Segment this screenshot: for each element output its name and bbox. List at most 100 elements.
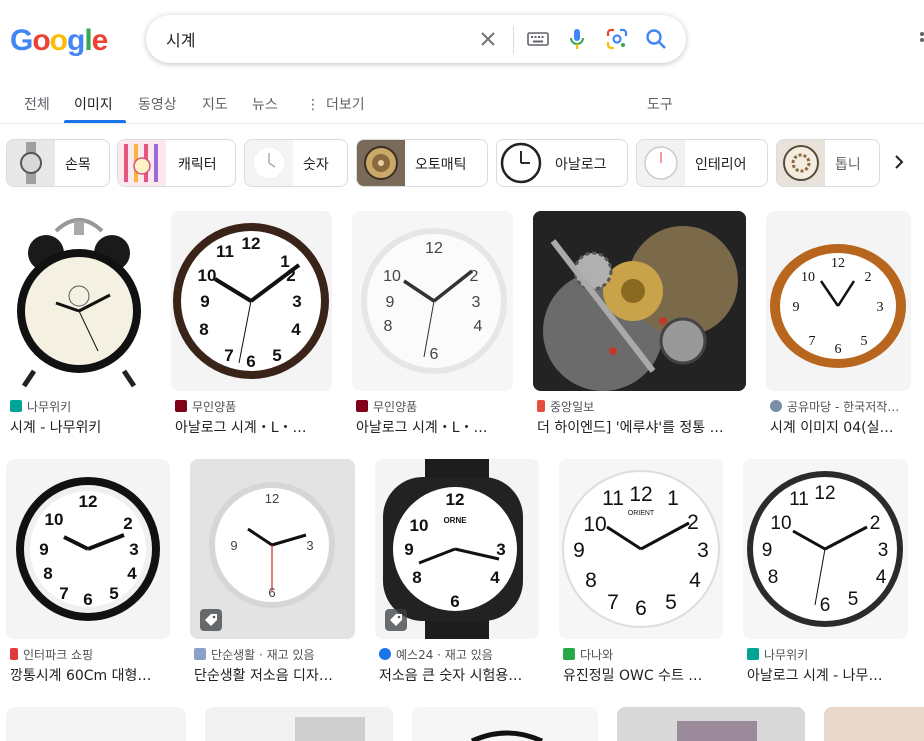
svg-text:ORNE: ORNE	[443, 516, 467, 525]
keyboard-icon[interactable]	[526, 27, 550, 51]
svg-text:8: 8	[43, 564, 52, 583]
result-title[interactable]: 단순생활 저소음 디자…	[194, 665, 354, 685]
result-thumbnail[interactable]: 12 3 6 9 10 11 1 2 8475 ORIENT	[559, 459, 723, 639]
result-title[interactable]: 아날로그 시계 - 나무…	[747, 665, 907, 685]
chevron-right-icon[interactable]	[884, 147, 914, 177]
svg-text:9: 9	[386, 294, 395, 311]
result-source[interactable]: 단순생활 · 재고 있음	[194, 646, 354, 663]
result-thumbnail[interactable]	[6, 707, 186, 741]
source-name: 무인양품	[192, 400, 237, 414]
result-source[interactable]: 공유마당 - 한국저작…	[770, 398, 912, 415]
svg-text:6: 6	[635, 597, 647, 620]
result-thumbnail[interactable]: 12 3 6 9 10 2 8 4	[352, 211, 513, 391]
result-source[interactable]: 예스24 · 재고 있음	[379, 646, 539, 663]
result-thumbnail[interactable]: 12 3 6 9	[190, 459, 355, 639]
svg-text:2: 2	[870, 513, 881, 534]
result-thumbnail[interactable]: 12 3 6 9 10 2 4 8 7 5	[6, 459, 170, 639]
result-thumbnail[interactable]	[617, 707, 805, 741]
svg-text:12: 12	[425, 240, 443, 257]
favicon	[537, 400, 545, 412]
chip-thumbnail	[245, 140, 293, 186]
result-thumbnail[interactable]	[533, 211, 746, 391]
search-input[interactable]: 시계	[166, 27, 195, 51]
divider	[513, 26, 514, 54]
chip-gear[interactable]: 톱니	[776, 139, 880, 187]
svg-text:3: 3	[697, 539, 709, 562]
svg-text:6: 6	[835, 342, 842, 357]
google-lens-icon[interactable]	[605, 27, 629, 51]
tab-tools[interactable]: 도구	[647, 94, 673, 114]
chip-label: 인테리어	[695, 157, 747, 173]
chip-thumbnail	[118, 140, 166, 186]
svg-text:8: 8	[384, 318, 393, 335]
svg-text:5: 5	[848, 589, 859, 610]
tab-videos[interactable]: 동영상	[138, 94, 177, 114]
result-source[interactable]: 인터파크 쇼핑	[10, 646, 165, 663]
google-logo[interactable]: Google	[10, 24, 108, 58]
source-name: 무인양품	[373, 400, 418, 414]
result-thumbnail[interactable]	[6, 211, 151, 391]
result-title[interactable]: 더 하이엔드] '에루샤'를 정통 …	[537, 417, 742, 437]
svg-text:9: 9	[200, 292, 209, 311]
result-source[interactable]: 다나와	[563, 646, 723, 663]
svg-text:12: 12	[629, 483, 652, 506]
svg-text:5: 5	[861, 334, 868, 349]
svg-text:3: 3	[306, 538, 313, 553]
chip-automatic[interactable]: 오토매틱	[356, 139, 488, 187]
svg-text:10: 10	[410, 516, 429, 535]
svg-text:12: 12	[814, 483, 835, 504]
result-thumbnail[interactable]: 12 3 6 9 10 2 5 7	[766, 211, 911, 391]
svg-text:5: 5	[272, 346, 281, 365]
source-name: 중앙일보	[550, 400, 595, 414]
shopping-tag-icon	[385, 609, 407, 631]
result-thumbnail[interactable]: 12 3 6 9 10 1 4 8 7 5 11 2	[171, 211, 332, 391]
result-source[interactable]: 무인양품	[175, 398, 325, 415]
result-source[interactable]: 나무위키	[10, 398, 150, 415]
result-title[interactable]: 아날로그 시계・L・…	[356, 417, 506, 437]
tab-all[interactable]: 전체	[24, 94, 50, 114]
tab-maps[interactable]: 지도	[202, 94, 228, 114]
search-box[interactable]: 시계	[146, 15, 686, 63]
result-title[interactable]: 깡통시계 60Cm 대형…	[10, 665, 165, 685]
chip-character[interactable]: 캐릭터	[117, 139, 236, 187]
svg-text:8: 8	[199, 320, 208, 339]
svg-text:4: 4	[876, 567, 887, 588]
microphone-icon[interactable]	[565, 27, 589, 51]
chip-thumbnail	[497, 140, 545, 186]
result-title[interactable]: 저소음 큰 숫자 시험용…	[379, 665, 539, 685]
chip-interior[interactable]: 인테리어	[636, 139, 768, 187]
source-name: 인터파크 쇼핑	[23, 648, 94, 662]
chip-wrist[interactable]: 손목	[6, 139, 110, 187]
result-thumbnail[interactable]	[412, 707, 598, 741]
result-thumbnail[interactable]	[824, 707, 924, 741]
tab-images[interactable]: 이미지	[74, 94, 113, 114]
result-source[interactable]: 중앙일보	[537, 398, 742, 415]
chip-label: 아날로그	[555, 157, 607, 173]
svg-text:12: 12	[79, 492, 98, 511]
svg-text:2: 2	[123, 514, 132, 533]
result-title[interactable]: 유진정밀 OWC 수트 …	[563, 665, 723, 685]
result-thumbnail[interactable]	[205, 707, 393, 741]
svg-text:12: 12	[242, 234, 261, 253]
apps-icon[interactable]	[918, 30, 924, 46]
result-title[interactable]: 시계 이미지 04(실…	[770, 417, 912, 437]
svg-text:5: 5	[665, 591, 677, 614]
search-icon[interactable]	[644, 27, 668, 51]
svg-text:10: 10	[770, 513, 791, 534]
result-title[interactable]: 시계 - 나무위키	[10, 417, 150, 437]
favicon	[194, 648, 206, 660]
svg-text:12: 12	[265, 491, 279, 506]
result-thumbnail[interactable]: 12 3 6 9 10 11 2 4 8 5	[743, 459, 908, 639]
svg-text:10: 10	[583, 513, 606, 536]
chip-label: 손목	[65, 157, 91, 173]
clear-icon[interactable]	[476, 27, 500, 51]
result-thumbnail[interactable]: 12 3 6 9 10 4 8 ORNE	[375, 459, 539, 639]
result-source[interactable]: 나무위키	[747, 646, 907, 663]
chip-numbers[interactable]: 숫자	[244, 139, 348, 187]
chip-analog[interactable]: 아날로그	[496, 139, 628, 187]
svg-text:9: 9	[230, 538, 237, 553]
result-source[interactable]: 무인양품	[356, 398, 506, 415]
tab-news[interactable]: 뉴스	[252, 94, 278, 114]
result-title[interactable]: 아날로그 시계・L・…	[175, 417, 325, 437]
tab-more[interactable]: ⋮ 더보기	[306, 94, 365, 114]
